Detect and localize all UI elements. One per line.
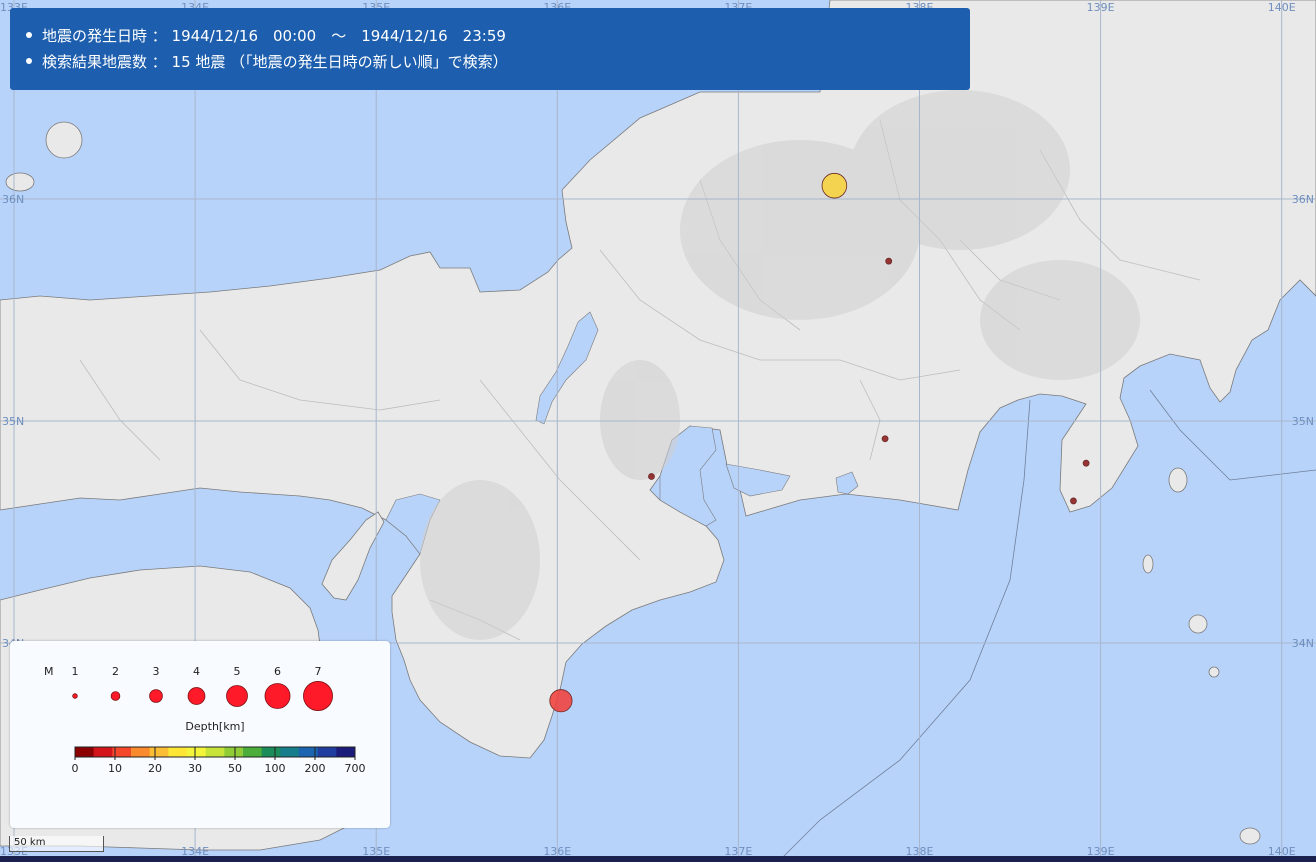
- magnitude-value: 5: [234, 665, 241, 678]
- depth-color-segment: [187, 747, 207, 757]
- magnitude-sample-circle: [149, 689, 163, 703]
- magnitude-value: 2: [112, 665, 119, 678]
- depth-color-segment: [168, 747, 188, 757]
- depth-title: Depth[km]: [185, 720, 244, 733]
- depth-color-segment: [280, 747, 300, 757]
- land-oshima: [1168, 467, 1188, 493]
- date-range-text: 地震の発生日時 ： 1944/12/16 00:00 ～ 1944/12/16 …: [42, 26, 506, 45]
- lat-label-right: 35N: [1292, 415, 1314, 428]
- earthquake-marker[interactable]: [549, 689, 573, 713]
- depth-color-segment: [261, 747, 281, 757]
- land-hachijo: [1239, 827, 1261, 845]
- depth-color-segment: [317, 747, 337, 757]
- info-result-count: 検索結果地震数 ： 15 地震 （「地震の発生日時の新しい順」で検索）: [24, 48, 970, 74]
- depth-tick-label: 50: [228, 762, 242, 775]
- magnitude-value: 3: [153, 665, 160, 678]
- depth-color-segment: [205, 747, 225, 757]
- depth-color-segment: [243, 747, 263, 757]
- lat-label-right: 36N: [1292, 193, 1314, 206]
- earthquake-marker[interactable]: [1082, 459, 1090, 467]
- magnitude-value: 4: [193, 665, 200, 678]
- depth-tick-label: 30: [188, 762, 202, 775]
- lon-label-top: 140E: [1268, 1, 1296, 14]
- depth-tick-label: 700: [345, 762, 366, 775]
- magnitude-value: 6: [274, 665, 281, 678]
- magnitude-row: 1 2 3 4 5 6 7: [72, 665, 333, 711]
- lon-label-top: 139E: [1087, 1, 1115, 14]
- depth-color-segment: [131, 747, 151, 757]
- magnitude-label: M: [44, 665, 54, 678]
- magnitude-sample-circle: [303, 681, 333, 711]
- land-oki-island-small: [5, 172, 35, 192]
- land-oki-island: [45, 121, 83, 159]
- depth-tick-label: 100: [265, 762, 286, 775]
- magnitude-sample-circle: [72, 693, 78, 699]
- scale-bar: 50 km: [9, 836, 104, 852]
- magnitude-sample-circle: [264, 683, 291, 709]
- earthquake-marker[interactable]: [881, 435, 889, 443]
- earthquake-marker[interactable]: [1070, 497, 1077, 505]
- depth-tick-label: 20: [148, 762, 162, 775]
- depth-tick-label: 200: [305, 762, 326, 775]
- scale-label: 50 km: [14, 837, 46, 848]
- earthquake-marker[interactable]: [885, 257, 893, 265]
- lat-label-right: 34N: [1292, 637, 1314, 650]
- depth-color-segment: [149, 747, 169, 757]
- info-date-range: 地震の発生日時 ： 1944/12/16 00:00 ～ 1944/12/16 …: [24, 22, 970, 48]
- bottom-edge-bar: [0, 856, 1316, 862]
- depth-tick-label: 10: [108, 762, 122, 775]
- land-mikura: [1208, 666, 1220, 678]
- result-count-text: 検索結果地震数 ： 15 地震 （「地震の発生日時の新しい順」で検索）: [42, 52, 508, 71]
- land-niijima: [1142, 554, 1154, 574]
- legend-panel: M 1 2 3 4 5 6 7 Depth[km] 0 10 20 30 50 100 200 700: [10, 641, 390, 828]
- magnitude-sample-circle: [226, 685, 248, 707]
- lat-label-left: 36N: [2, 193, 24, 206]
- bullet-icon: [26, 32, 32, 38]
- land-miyake: [1188, 614, 1208, 634]
- depth-color-segment: [224, 747, 244, 757]
- magnitude-value: 1: [72, 665, 79, 678]
- lat-label-left: 35N: [2, 415, 24, 428]
- depth-color-segment: [75, 747, 95, 757]
- earthquake-marker[interactable]: [821, 172, 848, 199]
- earthquake-marker[interactable]: [648, 473, 655, 480]
- magnitude-value: 7: [315, 665, 322, 678]
- magnitude-sample-circle: [187, 687, 206, 705]
- depth-tick-label: 0: [72, 762, 79, 775]
- legend-graphic: M 1 2 3 4 5 6 7 Depth[km] 0 10 20 30 50 100 200 700: [44, 665, 366, 775]
- search-info-panel: 地震の発生日時 ： 1944/12/16 00:00 ～ 1944/12/16 …: [10, 8, 970, 90]
- depth-color-segment: [336, 747, 356, 757]
- bullet-icon: [26, 58, 32, 64]
- magnitude-sample-circle: [110, 691, 121, 701]
- depth-color-bar: [74, 746, 356, 758]
- depth-color-segment: [93, 747, 113, 757]
